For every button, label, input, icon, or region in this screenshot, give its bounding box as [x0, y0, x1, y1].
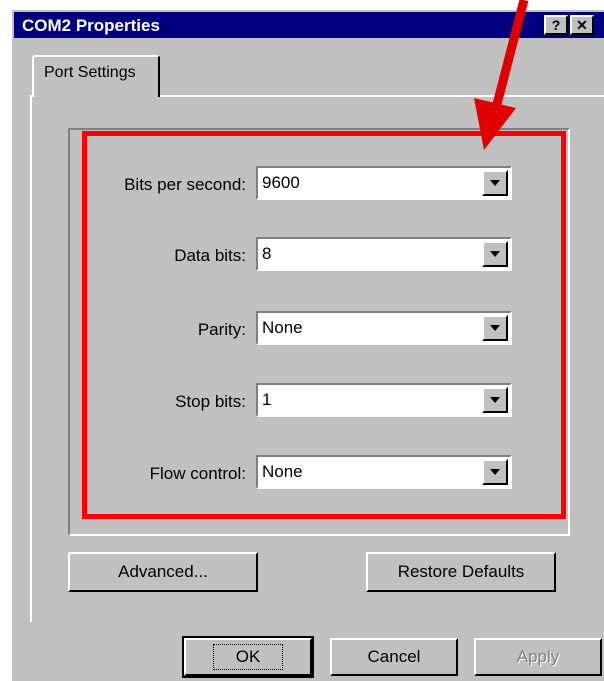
annotation-arrow-head: [474, 98, 516, 150]
annotation-arrow-shaft: [491, 0, 529, 110]
annotation-arrow: [474, 0, 529, 150]
